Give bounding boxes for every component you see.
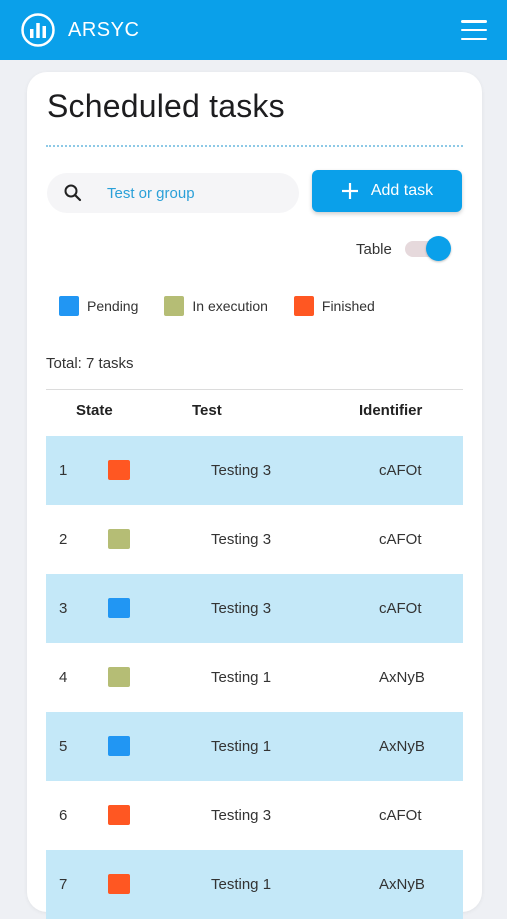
table-row[interactable]: 6 Testing 3 cAFOt [46, 781, 463, 850]
test-name: Testing 1 [211, 876, 272, 893]
plus-icon [341, 183, 358, 199]
row-number: 7 [59, 876, 68, 893]
test-name: Testing 3 [211, 600, 272, 617]
table-row[interactable]: 5 Testing 1 AxNyB [46, 712, 463, 781]
total-count: Total: 7 tasks [46, 355, 134, 372]
table-row[interactable]: 3 Testing 3 cAFOt [46, 574, 463, 643]
row-number: 1 [59, 462, 68, 479]
brand-name: ARSYC [68, 18, 140, 41]
scheduled-tasks-card: Scheduled tasks Add task Table Pending I… [27, 72, 482, 919]
identifier: AxNyB [379, 738, 425, 755]
row-number: 2 [59, 531, 68, 548]
state-swatch [108, 529, 130, 549]
table-row[interactable]: 4 Testing 1 AxNyB [46, 643, 463, 712]
legend-swatch [59, 296, 79, 316]
legend-label: Pending [87, 298, 139, 314]
state-swatch [108, 598, 130, 618]
search-icon [64, 184, 82, 202]
toggle-knob [425, 236, 451, 261]
test-name: Testing 3 [211, 807, 272, 824]
table-row[interactable]: 2 Testing 3 cAFOt [46, 505, 463, 574]
title-divider [46, 145, 463, 147]
identifier: AxNyB [379, 669, 425, 686]
search-box[interactable] [47, 173, 299, 213]
state-legend: Pending In execution Finished [59, 296, 401, 316]
legend-swatch [164, 296, 185, 316]
page-title: Scheduled tasks [47, 88, 285, 124]
state-swatch [108, 736, 130, 756]
table-row[interactable]: 1 Testing 3 cAFOt [46, 436, 463, 505]
identifier: cAFOt [379, 807, 422, 824]
row-number: 6 [59, 807, 68, 824]
legend-swatch [293, 296, 314, 316]
state-swatch [108, 874, 130, 894]
legend-item-in-execution: In execution [164, 296, 268, 316]
legend-label: Finished [321, 298, 375, 314]
row-number: 3 [59, 600, 68, 617]
column-header-identifier[interactable]: Identifier [359, 402, 422, 419]
column-header-state[interactable]: State [76, 402, 113, 419]
table-header: State Test Identifier [46, 402, 463, 424]
table-row[interactable]: 7 Testing 1 AxNyB [46, 850, 463, 919]
add-task-button[interactable]: Add task [312, 170, 462, 212]
table-view-toggle-row: Table [356, 235, 451, 263]
state-swatch [108, 667, 130, 687]
table-toggle-label: Table [356, 240, 392, 258]
row-number: 4 [59, 669, 68, 686]
brand[interactable]: ARSYC [20, 12, 139, 48]
identifier: cAFOt [379, 462, 422, 479]
task-table-body: 1 Testing 3 cAFOt 2 Testing 3 cAFOt 3 Te… [46, 436, 463, 919]
identifier: cAFOt [379, 600, 422, 617]
add-task-label: Add task [370, 182, 434, 199]
row-number: 5 [59, 738, 68, 755]
legend-item-pending: Pending [59, 296, 138, 316]
column-header-test[interactable]: Test [192, 402, 222, 419]
search-input[interactable] [105, 183, 259, 203]
identifier: cAFOt [379, 531, 422, 548]
state-swatch [108, 460, 130, 480]
table-divider [46, 389, 463, 390]
test-name: Testing 1 [211, 738, 272, 755]
table-view-toggle[interactable] [404, 236, 451, 262]
test-name: Testing 3 [211, 531, 272, 548]
chart-circle-logo-icon [21, 13, 55, 47]
hamburger-menu-icon[interactable] [461, 20, 487, 40]
state-swatch [108, 805, 130, 825]
identifier: AxNyB [379, 876, 425, 893]
top-app-bar: ARSYC [0, 0, 507, 60]
test-name: Testing 1 [211, 669, 272, 686]
legend-item-finished: Finished [293, 296, 375, 316]
legend-label: In execution [192, 298, 268, 314]
test-name: Testing 3 [211, 462, 272, 479]
